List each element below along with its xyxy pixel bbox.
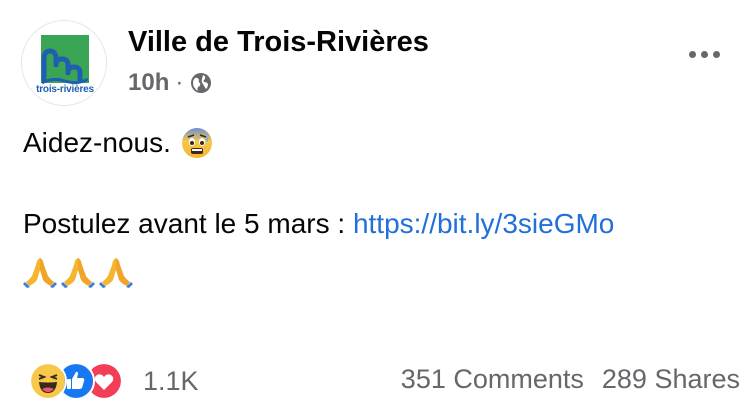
emoji-row (23, 256, 133, 288)
meta-separator: · (175, 69, 184, 96)
folded-hands-icon (99, 258, 133, 288)
shares-count-link[interactable]: 289 Shares (602, 364, 740, 395)
post-text-aidez: Aidez-nous. (23, 127, 171, 158)
facebook-post: trois-rivières Ville de Trois-Rivières 1… (0, 0, 752, 408)
post-link[interactable]: https://bit.ly/3sieGMo (353, 208, 614, 239)
page-name-link[interactable]: Ville de Trois-Rivières (128, 26, 429, 59)
comments-count-link[interactable]: 351 Comments (401, 364, 584, 395)
avatar-logo-text: trois-rivières (36, 84, 94, 95)
post-timestamp[interactable]: 10h (128, 69, 169, 97)
reactions-summary[interactable]: 1.1K (29, 362, 199, 400)
more-dot-icon (712, 50, 720, 58)
more-dot-icon (688, 50, 696, 58)
post-stats: 351 Comments 289 Shares (401, 364, 740, 395)
reaction-count: 1.1K (143, 365, 199, 396)
anxious-face-emoji-icon (181, 128, 212, 158)
haha-reaction-icon (29, 362, 67, 400)
more-dot-icon (700, 50, 708, 58)
post-text-line-2: Postulez avant le 5 mars : https://bit.l… (23, 208, 614, 240)
page-avatar[interactable]: trois-rivières (21, 20, 107, 106)
post-text-line-1: Aidez-nous. (23, 127, 213, 159)
post-text-postulez: Postulez avant le 5 mars : (23, 208, 353, 239)
post-meta: 10h · (128, 69, 213, 97)
globe-icon (191, 73, 212, 93)
folded-hands-icon (61, 258, 95, 288)
more-options-button[interactable] (682, 44, 726, 64)
folded-hands-icon (23, 258, 57, 288)
